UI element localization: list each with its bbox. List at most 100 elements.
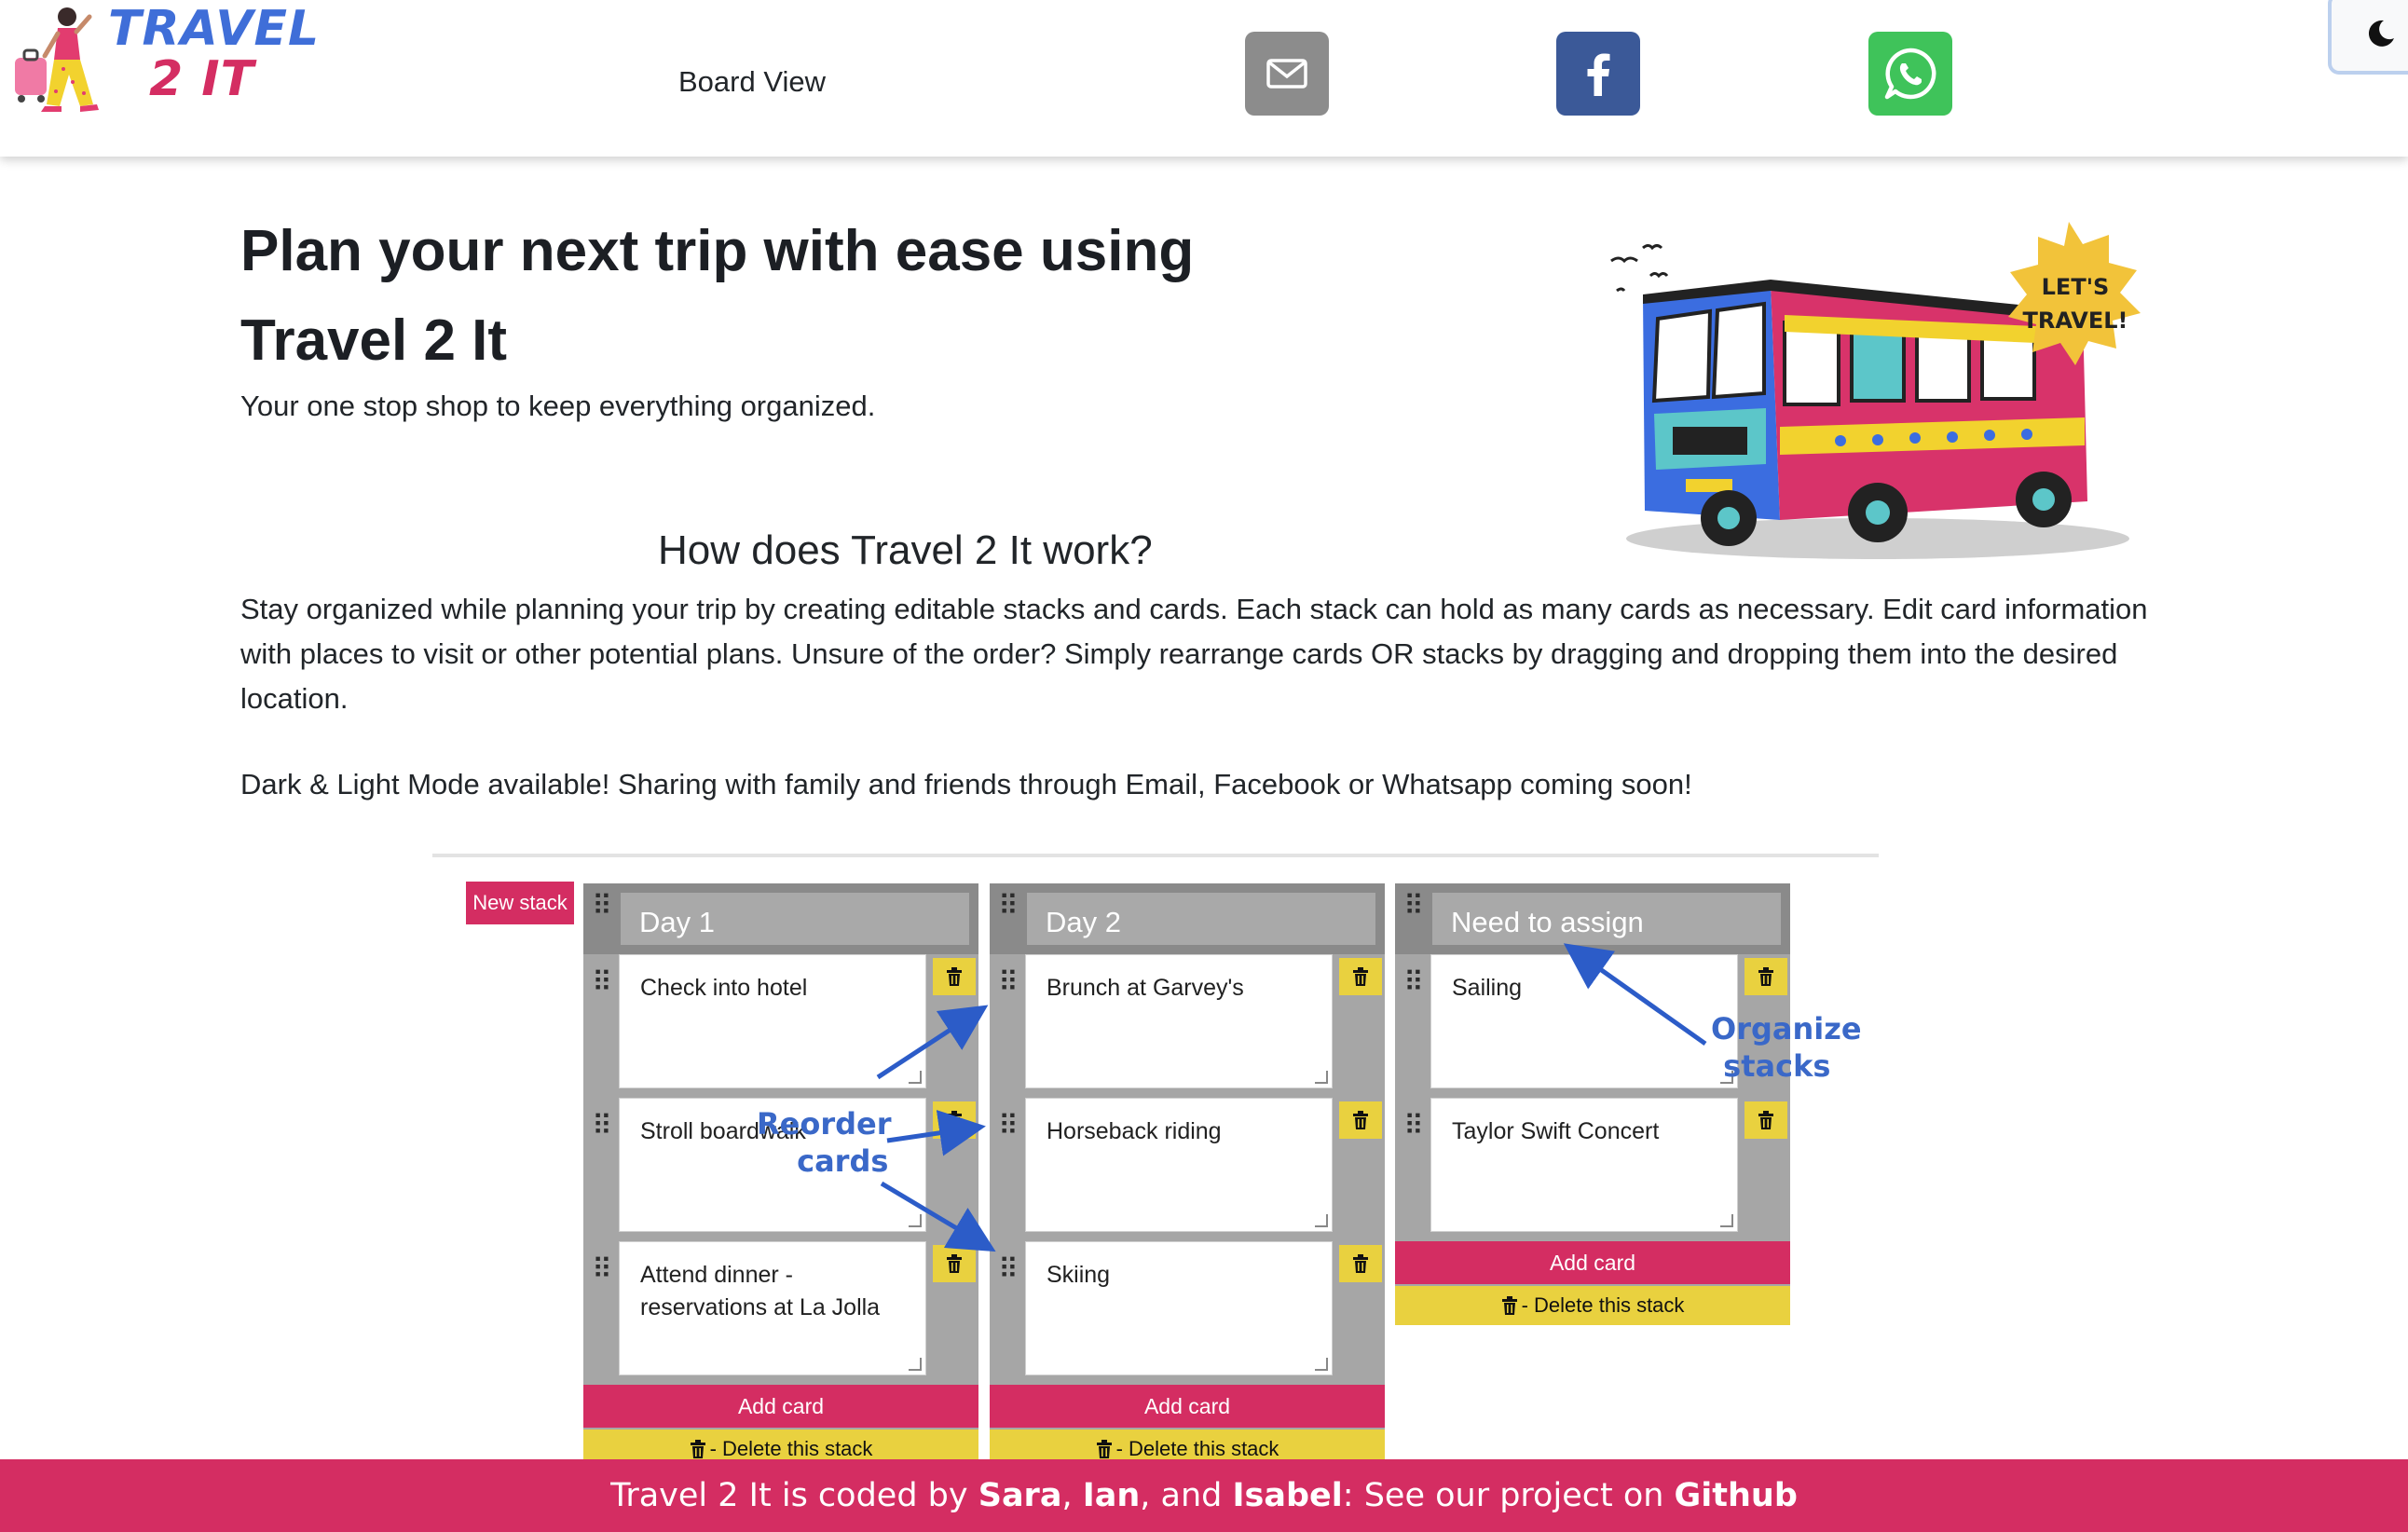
- new-stack-button[interactable]: New stack: [466, 882, 574, 924]
- author-ian: Ian: [1082, 1477, 1141, 1514]
- author-isabel: Isabel: [1232, 1477, 1343, 1514]
- traveler-illustration: [15, 7, 99, 112]
- card-drag-handle-icon[interactable]: ⠿: [1402, 1113, 1425, 1141]
- delete-card-button[interactable]: [1744, 958, 1787, 995]
- stack-header: ⠿ Day 2: [990, 883, 1385, 954]
- resize-handle-icon[interactable]: [909, 1358, 922, 1371]
- travel-bus-illustration: LET'S TRAVEL!: [1610, 222, 2141, 559]
- card-text: Skiing: [1047, 1262, 1111, 1288]
- delete-stack-button[interactable]: - Delete this stack: [1395, 1286, 1790, 1325]
- stack-drag-handle-icon[interactable]: ⠿: [997, 893, 1019, 921]
- card-drag-handle-icon[interactable]: ⠿: [997, 1113, 1019, 1141]
- reorder-annotation-line-2: cards: [797, 1143, 889, 1179]
- add-card-button[interactable]: Add card: [1395, 1241, 1790, 1284]
- board-view-link[interactable]: Board View: [678, 65, 826, 99]
- card-drag-handle-icon[interactable]: ⠿: [591, 1113, 613, 1141]
- organize-stacks-annotation: Organize stacks: [1711, 1010, 1862, 1085]
- stack-drag-handle-icon[interactable]: ⠿: [591, 893, 613, 921]
- trash-icon: [1353, 1111, 1368, 1129]
- modes-note: Dark & Light Mode available! Sharing wit…: [240, 768, 1692, 800]
- footer-prefix: Travel 2 It is coded by: [610, 1477, 978, 1514]
- how-it-works-description: Stay organized while planning your trip …: [240, 593, 2148, 715]
- card-text-area[interactable]: Attend dinner - reservations at La Jolla: [619, 1241, 926, 1375]
- stack[interactable]: ⠿ Need to assign ⠿ Sailing ⠿ Taylor Swift Con…: [1395, 883, 1790, 1325]
- card-drag-handle-icon[interactable]: ⠿: [997, 1256, 1019, 1284]
- card-text: Taylor Swift Concert: [1452, 1118, 1660, 1144]
- delete-stack-label: - Delete this stack: [709, 1437, 873, 1460]
- trash-icon: [690, 1440, 705, 1458]
- facebook-share-button[interactable]: [1556, 32, 1640, 116]
- add-card-button[interactable]: Add card: [990, 1385, 1385, 1428]
- trash-icon: [1758, 1111, 1773, 1129]
- resize-handle-icon[interactable]: [909, 1214, 922, 1227]
- card-text-area[interactable]: Brunch at Garvey's: [1025, 954, 1333, 1088]
- trash-icon: [1353, 1254, 1368, 1273]
- card[interactable]: ⠿ Taylor Swift Concert: [1395, 1098, 1790, 1241]
- add-card-button[interactable]: Add card: [583, 1385, 978, 1428]
- resize-handle-icon[interactable]: [909, 1071, 922, 1084]
- card[interactable]: ⠿ Brunch at Garvey's: [990, 954, 1385, 1098]
- card[interactable]: ⠿ Horseback riding: [990, 1098, 1385, 1241]
- navbar: TRAVEL 2 IT Board View: [0, 0, 2408, 157]
- mail-icon: [1266, 59, 1307, 89]
- badge-line-1: LET'S: [2042, 274, 2110, 300]
- stack-title-input[interactable]: Day 1: [621, 893, 969, 945]
- card-text: Attend dinner - reservations at La Jolla: [640, 1262, 881, 1320]
- card-text-area[interactable]: Horseback riding: [1025, 1098, 1333, 1232]
- trash-icon: [947, 1111, 962, 1129]
- card[interactable]: ⠿ Skiing: [990, 1241, 1385, 1385]
- section-divider: [432, 854, 1879, 857]
- resize-handle-icon[interactable]: [1315, 1214, 1328, 1227]
- card-text-area[interactable]: Skiing: [1025, 1241, 1333, 1375]
- delete-card-button[interactable]: [933, 958, 976, 995]
- reorder-annotation-line-1: Reorder: [757, 1106, 892, 1142]
- author-sara: Sara: [978, 1477, 1062, 1514]
- stack-title-input[interactable]: Need to assign: [1432, 893, 1781, 945]
- trash-icon: [947, 1254, 962, 1273]
- resize-handle-icon[interactable]: [1315, 1358, 1328, 1371]
- delete-stack-label: - Delete this stack: [1115, 1437, 1279, 1460]
- stack-header: ⠿ Day 1: [583, 883, 978, 954]
- hero-title: Plan your next trip with ease using Trav…: [240, 207, 1266, 386]
- delete-stack-label: - Delete this stack: [1521, 1293, 1685, 1317]
- card-text-area[interactable]: Taylor Swift Concert: [1430, 1098, 1738, 1232]
- whatsapp-share-button[interactable]: [1868, 32, 1952, 116]
- delete-card-button[interactable]: [933, 1101, 976, 1139]
- card-text-area[interactable]: Check into hotel: [619, 954, 926, 1088]
- card[interactable]: ⠿ Attend dinner - reservations at La Joll…: [583, 1241, 978, 1385]
- hero-title-line-1: Plan your next trip with ease using: [240, 219, 1195, 283]
- stack-drag-handle-icon[interactable]: ⠿: [1402, 893, 1425, 921]
- delete-card-button[interactable]: [1339, 958, 1382, 995]
- logo-wordmark: TRAVEL 2 IT: [108, 4, 319, 104]
- delete-card-button[interactable]: [1339, 1245, 1382, 1282]
- trash-icon: [1353, 967, 1368, 986]
- organize-annotation-line-1: Organize: [1711, 1011, 1862, 1046]
- card-drag-handle-icon[interactable]: ⠿: [591, 1256, 613, 1284]
- email-share-button[interactable]: [1245, 32, 1329, 116]
- stack[interactable]: ⠿ Day 2 ⠿ Brunch at Garvey's ⠿ Horseback ridi…: [990, 883, 1385, 1469]
- facebook-icon: [1587, 53, 1610, 96]
- card-text: Sailing: [1452, 975, 1523, 1001]
- card-text: Horseback riding: [1047, 1118, 1222, 1144]
- card-drag-handle-icon[interactable]: ⠿: [1402, 969, 1425, 997]
- dark-mode-toggle[interactable]: [2328, 0, 2408, 75]
- card-drag-handle-icon[interactable]: ⠿: [591, 969, 613, 997]
- whatsapp-icon: [1884, 48, 1936, 100]
- badge-line-2: TRAVEL!: [2022, 308, 2128, 334]
- trash-icon: [1758, 967, 1773, 986]
- delete-card-button[interactable]: [933, 1245, 976, 1282]
- hero-title-line-2: Travel 2 It: [240, 308, 508, 373]
- footer-sep-1: ,: [1061, 1477, 1083, 1514]
- delete-card-button[interactable]: [1744, 1101, 1787, 1139]
- card-text-area[interactable]: Sailing: [1430, 954, 1738, 1088]
- moon-icon: [2368, 20, 2394, 47]
- stack-title-input[interactable]: Day 2: [1027, 893, 1375, 945]
- card-drag-handle-icon[interactable]: ⠿: [997, 969, 1019, 997]
- delete-card-button[interactable]: [1339, 1101, 1382, 1139]
- github-link[interactable]: Github: [1675, 1477, 1798, 1514]
- resize-handle-icon[interactable]: [1315, 1071, 1328, 1084]
- resize-handle-icon[interactable]: [1720, 1214, 1733, 1227]
- card[interactable]: ⠿ Check into hotel: [583, 954, 978, 1098]
- trash-icon: [947, 967, 962, 986]
- travel-2-it-logo[interactable]: TRAVEL 2 IT: [7, 4, 319, 116]
